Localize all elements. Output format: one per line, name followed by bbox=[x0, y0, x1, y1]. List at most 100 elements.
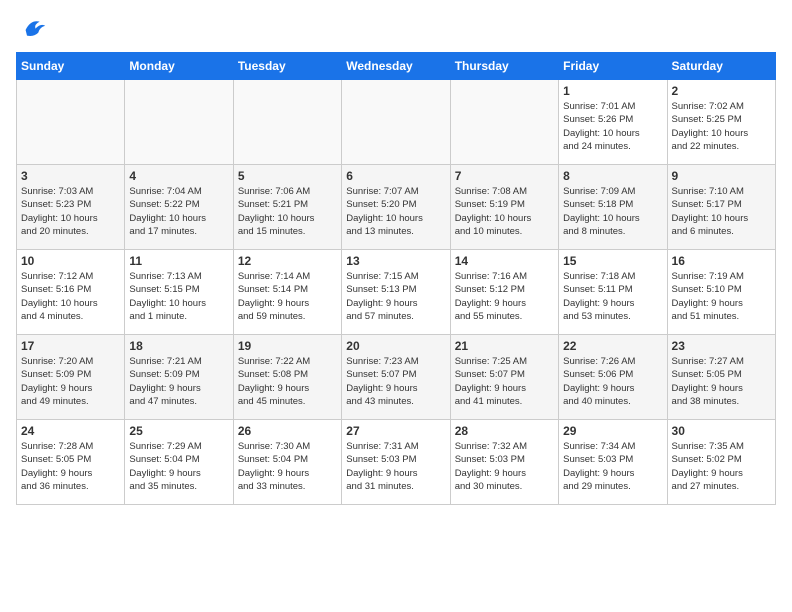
logo bbox=[16, 16, 48, 44]
day-number: 26 bbox=[238, 424, 337, 438]
day-number: 16 bbox=[672, 254, 771, 268]
day-number: 7 bbox=[455, 169, 554, 183]
calendar-cell: 3Sunrise: 7:03 AM Sunset: 5:23 PM Daylig… bbox=[17, 165, 125, 250]
calendar-cell: 14 Sunrise: 7:16 AM Sunset: 5:12 PM Dayli… bbox=[450, 250, 558, 335]
calendar-cell: 21 Sunrise: 7:25 AM Sunset: 5:07 PM Dayli… bbox=[450, 335, 558, 420]
calendar-cell bbox=[125, 80, 233, 165]
day-info: Sunrise: 7:14 AM Sunset: 5:14 PM Dayligh… bbox=[238, 270, 337, 323]
calendar-cell: 15 Sunrise: 7:18 AM Sunset: 5:11 PM Dayli… bbox=[559, 250, 667, 335]
day-number: 14 bbox=[455, 254, 554, 268]
calendar-cell bbox=[342, 80, 450, 165]
day-number: 18 bbox=[129, 339, 228, 353]
calendar-cell: 2 Sunrise: 7:02 AM Sunset: 5:25 PM Daylig… bbox=[667, 80, 775, 165]
day-header-monday: Monday bbox=[125, 53, 233, 80]
day-number: 19 bbox=[238, 339, 337, 353]
calendar-cell: 23Sunrise: 7:27 AM Sunset: 5:05 PM Dayli… bbox=[667, 335, 775, 420]
calendar-cell: 19 Sunrise: 7:22 AM Sunset: 5:08 PM Dayli… bbox=[233, 335, 341, 420]
logo-bird-icon bbox=[20, 16, 48, 44]
day-info: Sunrise: 7:31 AM Sunset: 5:03 PM Dayligh… bbox=[346, 440, 445, 493]
day-info: Sunrise: 7:16 AM Sunset: 5:12 PM Dayligh… bbox=[455, 270, 554, 323]
calendar-table: SundayMondayTuesdayWednesdayThursdayFrid… bbox=[16, 52, 776, 505]
day-number: 27 bbox=[346, 424, 445, 438]
calendar-week-row: 10 Sunrise: 7:12 AM Sunset: 5:16 PM Dayli… bbox=[17, 250, 776, 335]
calendar-cell: 18 Sunrise: 7:21 AM Sunset: 5:09 PM Dayli… bbox=[125, 335, 233, 420]
calendar-cell: 12 Sunrise: 7:14 AM Sunset: 5:14 PM Dayli… bbox=[233, 250, 341, 335]
calendar-cell: 10 Sunrise: 7:12 AM Sunset: 5:16 PM Dayli… bbox=[17, 250, 125, 335]
day-info: Sunrise: 7:13 AM Sunset: 5:15 PM Dayligh… bbox=[129, 270, 228, 323]
calendar-cell: 27 Sunrise: 7:31 AM Sunset: 5:03 PM Dayli… bbox=[342, 420, 450, 505]
day-info: Sunrise: 7:15 AM Sunset: 5:13 PM Dayligh… bbox=[346, 270, 445, 323]
day-number: 21 bbox=[455, 339, 554, 353]
calendar-cell: 30Sunrise: 7:35 AM Sunset: 5:02 PM Dayli… bbox=[667, 420, 775, 505]
day-info: Sunrise: 7:18 AM Sunset: 5:11 PM Dayligh… bbox=[563, 270, 662, 323]
calendar-header-row: SundayMondayTuesdayWednesdayThursdayFrid… bbox=[17, 53, 776, 80]
day-info: Sunrise: 7:28 AM Sunset: 5:05 PM Dayligh… bbox=[21, 440, 120, 493]
day-info: Sunrise: 7:32 AM Sunset: 5:03 PM Dayligh… bbox=[455, 440, 554, 493]
day-header-sunday: Sunday bbox=[17, 53, 125, 80]
day-number: 17 bbox=[21, 339, 120, 353]
day-header-thursday: Thursday bbox=[450, 53, 558, 80]
calendar-cell: 17 Sunrise: 7:20 AM Sunset: 5:09 PM Dayli… bbox=[17, 335, 125, 420]
calendar-cell bbox=[17, 80, 125, 165]
day-number: 10 bbox=[21, 254, 120, 268]
day-number: 20 bbox=[346, 339, 445, 353]
calendar-cell: 11 Sunrise: 7:13 AM Sunset: 5:15 PM Dayli… bbox=[125, 250, 233, 335]
day-number: 5 bbox=[238, 169, 337, 183]
day-info: Sunrise: 7:07 AM Sunset: 5:20 PM Dayligh… bbox=[346, 185, 445, 238]
day-info: Sunrise: 7:09 AM Sunset: 5:18 PM Dayligh… bbox=[563, 185, 662, 238]
calendar-cell: 28 Sunrise: 7:32 AM Sunset: 5:03 PM Dayli… bbox=[450, 420, 558, 505]
calendar-cell: 29 Sunrise: 7:34 AM Sunset: 5:03 PM Dayli… bbox=[559, 420, 667, 505]
calendar-cell bbox=[450, 80, 558, 165]
calendar-cell: 7 Sunrise: 7:08 AM Sunset: 5:19 PM Daylig… bbox=[450, 165, 558, 250]
day-info: Sunrise: 7:34 AM Sunset: 5:03 PM Dayligh… bbox=[563, 440, 662, 493]
day-number: 6 bbox=[346, 169, 445, 183]
day-info: Sunrise: 7:12 AM Sunset: 5:16 PM Dayligh… bbox=[21, 270, 120, 323]
day-number: 23 bbox=[672, 339, 771, 353]
calendar-cell bbox=[233, 80, 341, 165]
day-info: Sunrise: 7:08 AM Sunset: 5:19 PM Dayligh… bbox=[455, 185, 554, 238]
day-info: Sunrise: 7:02 AM Sunset: 5:25 PM Dayligh… bbox=[672, 100, 771, 153]
day-number: 1 bbox=[563, 84, 662, 98]
calendar-week-row: 24 Sunrise: 7:28 AM Sunset: 5:05 PM Dayli… bbox=[17, 420, 776, 505]
day-info: Sunrise: 7:25 AM Sunset: 5:07 PM Dayligh… bbox=[455, 355, 554, 408]
day-header-friday: Friday bbox=[559, 53, 667, 80]
calendar-week-row: 3Sunrise: 7:03 AM Sunset: 5:23 PM Daylig… bbox=[17, 165, 776, 250]
day-number: 29 bbox=[563, 424, 662, 438]
day-info: Sunrise: 7:26 AM Sunset: 5:06 PM Dayligh… bbox=[563, 355, 662, 408]
day-number: 12 bbox=[238, 254, 337, 268]
day-number: 11 bbox=[129, 254, 228, 268]
day-info: Sunrise: 7:06 AM Sunset: 5:21 PM Dayligh… bbox=[238, 185, 337, 238]
day-number: 13 bbox=[346, 254, 445, 268]
day-number: 28 bbox=[455, 424, 554, 438]
day-number: 24 bbox=[21, 424, 120, 438]
day-info: Sunrise: 7:30 AM Sunset: 5:04 PM Dayligh… bbox=[238, 440, 337, 493]
day-number: 15 bbox=[563, 254, 662, 268]
calendar-cell: 25 Sunrise: 7:29 AM Sunset: 5:04 PM Dayli… bbox=[125, 420, 233, 505]
day-header-saturday: Saturday bbox=[667, 53, 775, 80]
day-number: 25 bbox=[129, 424, 228, 438]
calendar-cell: 1 Sunrise: 7:01 AM Sunset: 5:26 PM Daylig… bbox=[559, 80, 667, 165]
day-info: Sunrise: 7:10 AM Sunset: 5:17 PM Dayligh… bbox=[672, 185, 771, 238]
calendar-cell: 13 Sunrise: 7:15 AM Sunset: 5:13 PM Dayli… bbox=[342, 250, 450, 335]
day-number: 4 bbox=[129, 169, 228, 183]
day-info: Sunrise: 7:35 AM Sunset: 5:02 PM Dayligh… bbox=[672, 440, 771, 493]
day-info: Sunrise: 7:21 AM Sunset: 5:09 PM Dayligh… bbox=[129, 355, 228, 408]
day-number: 3 bbox=[21, 169, 120, 183]
calendar-cell: 24 Sunrise: 7:28 AM Sunset: 5:05 PM Dayli… bbox=[17, 420, 125, 505]
day-header-wednesday: Wednesday bbox=[342, 53, 450, 80]
day-info: Sunrise: 7:20 AM Sunset: 5:09 PM Dayligh… bbox=[21, 355, 120, 408]
calendar-cell: 8 Sunrise: 7:09 AM Sunset: 5:18 PM Daylig… bbox=[559, 165, 667, 250]
calendar-week-row: 1 Sunrise: 7:01 AM Sunset: 5:26 PM Daylig… bbox=[17, 80, 776, 165]
day-number: 2 bbox=[672, 84, 771, 98]
day-info: Sunrise: 7:23 AM Sunset: 5:07 PM Dayligh… bbox=[346, 355, 445, 408]
calendar-cell: 20 Sunrise: 7:23 AM Sunset: 5:07 PM Dayli… bbox=[342, 335, 450, 420]
calendar-cell: 26 Sunrise: 7:30 AM Sunset: 5:04 PM Dayli… bbox=[233, 420, 341, 505]
day-info: Sunrise: 7:22 AM Sunset: 5:08 PM Dayligh… bbox=[238, 355, 337, 408]
day-header-tuesday: Tuesday bbox=[233, 53, 341, 80]
day-info: Sunrise: 7:29 AM Sunset: 5:04 PM Dayligh… bbox=[129, 440, 228, 493]
day-info: Sunrise: 7:01 AM Sunset: 5:26 PM Dayligh… bbox=[563, 100, 662, 153]
day-number: 9 bbox=[672, 169, 771, 183]
day-number: 8 bbox=[563, 169, 662, 183]
calendar-cell: 5 Sunrise: 7:06 AM Sunset: 5:21 PM Daylig… bbox=[233, 165, 341, 250]
calendar-cell: 6 Sunrise: 7:07 AM Sunset: 5:20 PM Daylig… bbox=[342, 165, 450, 250]
